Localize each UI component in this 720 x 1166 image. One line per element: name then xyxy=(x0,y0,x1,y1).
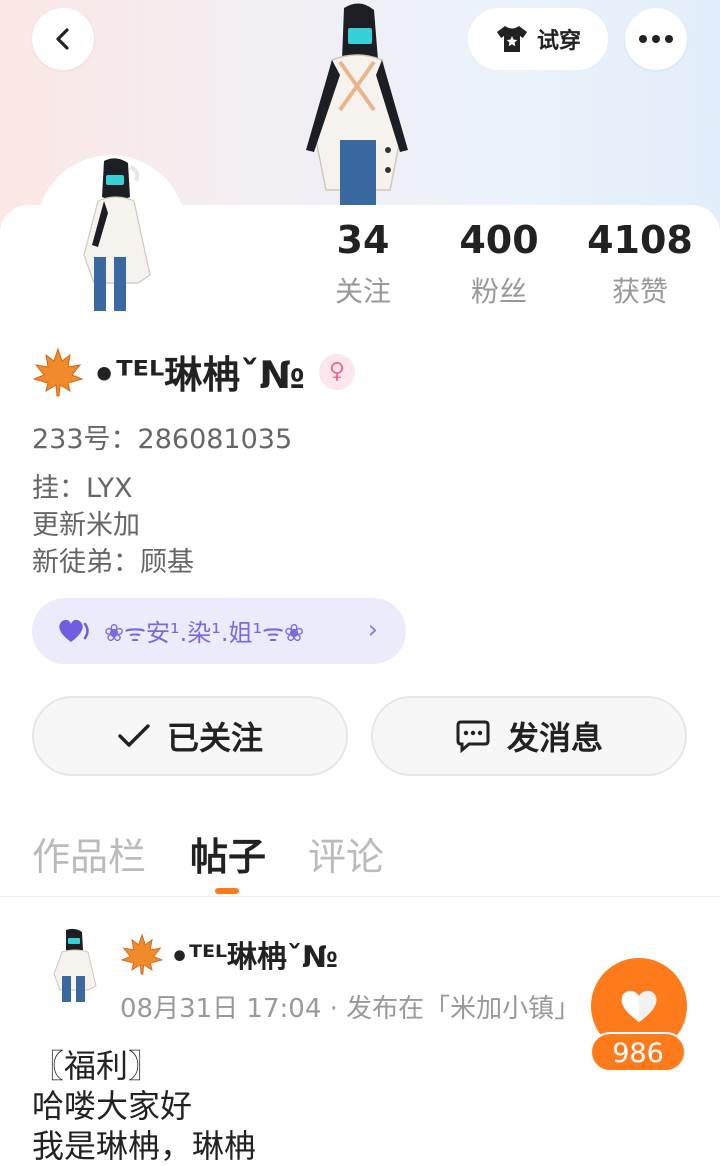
divider xyxy=(0,896,720,897)
chevron-right-icon: › xyxy=(367,615,378,645)
send-message-button[interactable]: 发消息 xyxy=(371,696,687,776)
maple-leaf-icon xyxy=(32,346,84,396)
relationship-tag[interactable]: ❀ᯤ安¹.染¹.姐¹ᯤ❀ › xyxy=(32,598,406,664)
try-on-label: 试穿 xyxy=(536,29,581,54)
followed-label: 已关注 xyxy=(166,719,263,757)
following-label: 关注 xyxy=(334,275,391,308)
like-count: 986 xyxy=(590,1032,686,1072)
bio-line: 新徒弟：顾基 xyxy=(32,547,194,578)
avatar-figure-icon xyxy=(83,158,151,311)
maple-leaf-icon xyxy=(120,933,164,975)
following-count: 34 xyxy=(336,218,390,262)
bio-line: 挂：LYX xyxy=(32,473,133,504)
more-dots-icon xyxy=(639,35,673,43)
back-button[interactable] xyxy=(32,8,94,70)
likes-label: 获赞 xyxy=(611,275,668,308)
tab-posts[interactable]: 帖子 xyxy=(190,826,266,881)
check-icon xyxy=(118,724,150,747)
active-tab-indicator xyxy=(215,888,239,894)
chevron-left-icon xyxy=(56,28,69,50)
avatar[interactable] xyxy=(36,155,186,315)
more-button[interactable] xyxy=(625,8,687,70)
tab-works[interactable]: 作品栏 xyxy=(32,826,146,881)
profile-name-row: •ᵀᴱᴸ琳柟ˇ№ ♀ xyxy=(32,344,355,399)
post-author-row: •ᵀᴱᴸ琳柟ˇ№ xyxy=(120,932,338,976)
followed-button[interactable]: 已关注 xyxy=(32,696,348,776)
post-author-avatar[interactable] xyxy=(48,928,102,1002)
send-message-label: 发消息 xyxy=(506,719,603,757)
tab-comments[interactable]: 评论 xyxy=(308,826,384,881)
stat-followers[interactable]: 400 粉丝 xyxy=(429,218,569,310)
message-icon xyxy=(456,720,490,753)
post-author-name[interactable]: •ᵀᴱᴸ琳柟ˇ№ xyxy=(170,932,338,976)
tshirt-icon xyxy=(496,26,527,52)
heart-tag-icon xyxy=(59,619,89,642)
bio-line: 更新米加 xyxy=(32,510,140,541)
stat-likes[interactable]: 4108 获赞 xyxy=(570,218,710,310)
relationship-tag-text: ❀ᯤ安¹.染¹.姐¹ᯤ❀ xyxy=(104,619,305,647)
followers-label: 粉丝 xyxy=(470,275,527,308)
profile-bio: 挂：LYX 更新米加 新徒弟：顾基 xyxy=(32,470,194,581)
heart-icon xyxy=(621,990,657,1022)
stat-following[interactable]: 34 关注 xyxy=(293,218,433,310)
character-figure-icon xyxy=(306,3,408,210)
likes-count: 4108 xyxy=(587,218,693,262)
female-gender-icon: ♀ xyxy=(318,353,355,390)
user-id[interactable]: 233号：286081035 xyxy=(32,417,292,456)
profile-stats: 34 关注 400 粉丝 4108 获赞 xyxy=(300,218,720,318)
followers-count: 400 xyxy=(459,218,539,262)
post-body[interactable]: 〖福利〗 哈喽大家好 我是琳柟，琳柟 xyxy=(32,1046,256,1166)
try-on-button[interactable]: 试穿 xyxy=(468,8,608,70)
profile-name: •ᵀᴱᴸ琳柟ˇ№ xyxy=(92,353,305,397)
